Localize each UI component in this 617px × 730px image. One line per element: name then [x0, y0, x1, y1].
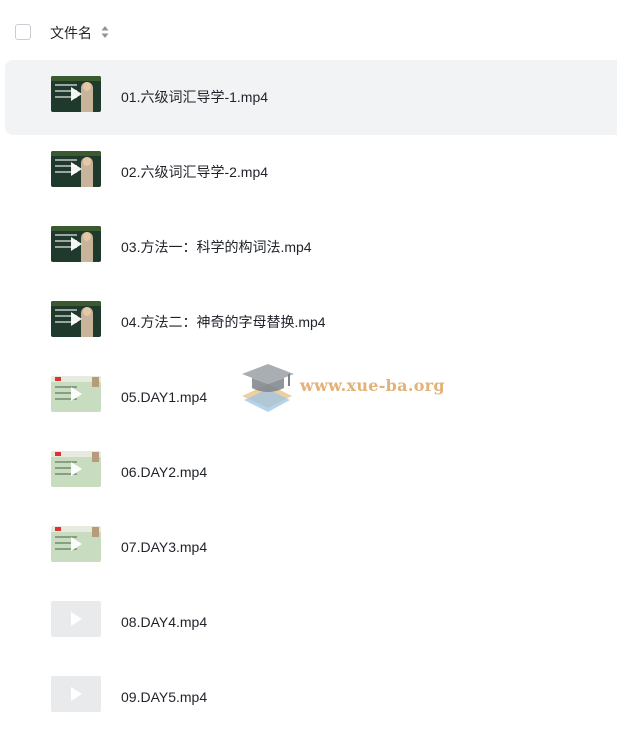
file-name[interactable]: 08.DAY4.mp4	[121, 613, 207, 631]
play-icon	[71, 612, 82, 626]
file-name[interactable]: 09.DAY5.mp4	[121, 688, 207, 706]
column-title-filename[interactable]: 文件名	[50, 24, 92, 42]
file-row[interactable]: 02.六级词汇导学-2.mp4	[5, 135, 617, 210]
list-header: 文件名	[0, 0, 617, 64]
video-thumbnail[interactable]	[51, 301, 101, 337]
file-list-page: 文件名 01.六级词汇导学-1.mp4 02.六级词汇导学-2.mp4 03.方法一…	[0, 0, 617, 730]
file-name[interactable]: 05.DAY1.mp4	[121, 388, 207, 406]
play-icon	[71, 537, 82, 551]
file-name[interactable]: 06.DAY2.mp4	[121, 463, 207, 481]
file-name[interactable]: 02.六级词汇导学-2.mp4	[121, 163, 268, 181]
file-row[interactable]: 01.六级词汇导学-1.mp4	[5, 60, 617, 135]
video-thumbnail[interactable]	[51, 601, 101, 637]
file-row[interactable]: 07.DAY3.mp4	[5, 510, 617, 585]
file-name[interactable]: 03.方法一：科学的构词法.mp4	[121, 238, 312, 256]
sort-icon[interactable]	[101, 25, 109, 39]
play-icon	[71, 162, 82, 176]
file-row[interactable]: 04.方法二：神奇的字母替换.mp4	[5, 285, 617, 360]
video-thumbnail[interactable]	[51, 376, 101, 412]
file-name[interactable]: 07.DAY3.mp4	[121, 538, 207, 556]
play-icon	[71, 87, 82, 101]
play-icon	[71, 237, 82, 251]
video-thumbnail[interactable]	[51, 226, 101, 262]
play-icon	[71, 687, 82, 701]
file-row[interactable]: 08.DAY4.mp4	[5, 585, 617, 660]
video-thumbnail[interactable]	[51, 526, 101, 562]
file-row[interactable]: 03.方法一：科学的构词法.mp4	[5, 210, 617, 285]
play-icon	[71, 312, 82, 326]
play-icon	[71, 462, 82, 476]
video-thumbnail[interactable]	[51, 76, 101, 112]
video-thumbnail[interactable]	[51, 451, 101, 487]
video-thumbnail[interactable]	[51, 151, 101, 187]
video-thumbnail[interactable]	[51, 676, 101, 712]
file-name[interactable]: 04.方法二：神奇的字母替换.mp4	[121, 313, 326, 331]
file-name[interactable]: 01.六级词汇导学-1.mp4	[121, 88, 268, 106]
file-row[interactable]: 05.DAY1.mp4	[5, 360, 617, 435]
play-icon	[71, 387, 82, 401]
file-list: 01.六级词汇导学-1.mp4 02.六级词汇导学-2.mp4 03.方法一：科学的…	[0, 60, 617, 730]
select-all-checkbox[interactable]	[15, 24, 31, 40]
file-row[interactable]: 09.DAY5.mp4	[5, 660, 617, 730]
file-row[interactable]: 06.DAY2.mp4	[5, 435, 617, 510]
